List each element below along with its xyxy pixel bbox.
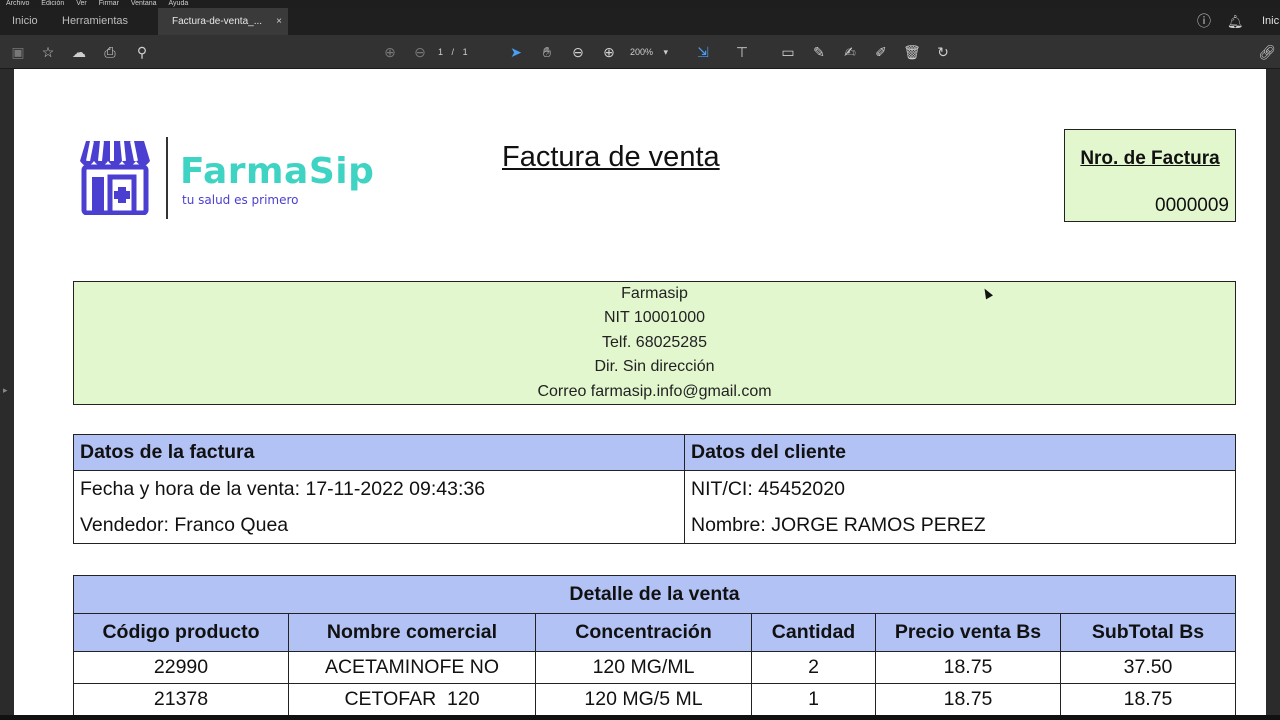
company-name: Farmasip xyxy=(621,285,688,302)
info-table: Datos de la factura Datos del cliente Fe… xyxy=(73,434,1236,544)
sign-icon[interactable]: ✍︎ xyxy=(841,43,859,61)
page-total: 1 xyxy=(462,47,468,57)
logo-divider xyxy=(166,137,168,219)
company-email: Correo farmasip.info@gmail.com xyxy=(537,382,772,400)
zoom-search-icon[interactable]: ⚲ xyxy=(133,43,151,61)
zoom-select[interactable]: 200% ▾ xyxy=(630,43,678,61)
table-cell: 22990 xyxy=(73,651,289,684)
menu-ayuda[interactable]: Ayuda xyxy=(169,0,189,7)
client-data-header: Datos del cliente xyxy=(684,434,1236,471)
rotate-icon[interactable]: ↻ xyxy=(934,43,952,61)
page-current[interactable]: 1 xyxy=(438,47,443,57)
bell-icon[interactable]: 🔔︎ xyxy=(1227,8,1244,35)
menu-firmar[interactable]: Firmar xyxy=(99,0,119,7)
scrollbar[interactable] xyxy=(1266,69,1280,715)
page-separator: / xyxy=(451,47,455,57)
comment-icon[interactable]: ▭ xyxy=(779,43,797,61)
toolbar: ▣ ☆ ☁ ⎙ ⚲ ⊕ ⊖ 1 / 1 ➤ ✋︎ ⊖ ⊕ 200% ▾ ⇲ ⊤ … xyxy=(0,35,1280,69)
seller: Vendedor: Franco Quea xyxy=(80,514,289,536)
brand-logo: FarmaSip tu salud es primero xyxy=(78,137,378,219)
detail-title: Detalle de la venta xyxy=(73,575,1236,614)
table-row: 21378 CETOFAR 120 120 MG/5 ML 1 18.75 18… xyxy=(73,683,1236,715)
chevron-right-icon: ▸ xyxy=(3,385,8,395)
menu-ver[interactable]: Ver xyxy=(76,0,87,7)
print-icon[interactable]: ⎙ xyxy=(101,43,119,61)
table-cell: 18.75 xyxy=(875,683,1061,715)
zoom-out-icon[interactable]: ⊖ xyxy=(569,43,587,61)
fit-icon[interactable]: ⇲ xyxy=(694,43,712,61)
column-header: Código producto xyxy=(73,613,289,652)
taskbar xyxy=(0,715,1280,720)
menu-edicion[interactable]: Edición xyxy=(41,0,64,7)
company-info: Farmasip NIT 10001000 Telf. 68025285 Dir… xyxy=(73,281,1236,405)
table-cell: 2 xyxy=(751,651,876,684)
pen-icon[interactable]: ✎ xyxy=(810,43,828,61)
menu-bar: Archivo Edición Ver Firmar Ventana Ayuda xyxy=(0,0,1280,8)
table-cell: CETOFAR 120 xyxy=(288,683,536,715)
sale-datetime: Fecha y hora de la venta: 17-11-2022 09:… xyxy=(80,478,486,500)
chevron-down-icon: ▾ xyxy=(663,47,669,57)
upload-icon[interactable]: ☁ xyxy=(70,43,88,61)
tab-bar: Inicio Herramientas Factura-de-venta_...… xyxy=(0,8,1280,35)
company-nit: NIT 10001000 xyxy=(603,309,706,327)
menu-ventana[interactable]: Ventana xyxy=(131,0,157,7)
invoice-number-box: Nro. de Factura 0000009 xyxy=(1064,129,1236,222)
select-arrow-icon[interactable]: ➤ xyxy=(507,43,525,61)
invoice-data-header: Datos de la factura xyxy=(73,434,685,471)
zoom-in-icon[interactable]: ⊕ xyxy=(600,43,618,61)
zoom-value: 200% xyxy=(630,47,654,57)
brand-name: FarmaSip xyxy=(180,151,375,192)
save-icon[interactable]: ▣ xyxy=(9,43,27,61)
edit-icon[interactable]: ✐ xyxy=(872,43,890,61)
table-cell: ACETAMINOFE NO xyxy=(288,651,536,684)
column-header: SubTotal Bs xyxy=(1060,613,1236,652)
page-down-icon[interactable]: ⊖ xyxy=(411,43,429,61)
table-cell: 1 xyxy=(751,683,876,715)
stamp-icon[interactable]: ⊤ xyxy=(733,43,751,61)
client-data-cell: NIT/CI: 45452020 Nombre: JORGE RAMOS PER… xyxy=(684,470,1236,544)
table-row: 22990 ACETAMINOFE NO 120 MG/ML 2 18.75 3… xyxy=(73,651,1236,684)
brand-slogan: tu salud es primero xyxy=(182,193,299,207)
column-header: Precio venta Bs xyxy=(875,613,1061,652)
invoice-label: Nro. de Factura xyxy=(1080,148,1220,169)
column-header: Concentración xyxy=(535,613,752,652)
client-name: Nombre: JORGE RAMOS PEREZ xyxy=(691,514,986,536)
help-icon[interactable]: ⓘ xyxy=(1197,8,1211,35)
column-header: Cantidad xyxy=(751,613,876,652)
sign-in-link[interactable]: Inic xyxy=(1262,8,1279,35)
table-cell: 120 MG/5 ML xyxy=(535,683,752,715)
menu-archivo[interactable]: Archivo xyxy=(6,0,29,7)
column-header: Nombre comercial xyxy=(288,613,536,652)
close-icon[interactable]: × xyxy=(276,8,282,35)
table-cell: 18.75 xyxy=(875,651,1061,684)
tab-inicio[interactable]: Inicio xyxy=(12,8,38,35)
table-cell: 37.50 xyxy=(1060,651,1236,684)
page-up-icon[interactable]: ⊕ xyxy=(381,43,399,61)
pdf-page: FarmaSip tu salud es primero Factura de … xyxy=(14,69,1266,715)
invoice-data-cell: Fecha y hora de la venta: 17-11-2022 09:… xyxy=(73,470,685,544)
link-icon[interactable]: 🔗︎ xyxy=(1258,43,1276,61)
company-phone: Telf. 68025285 xyxy=(602,333,707,351)
client-nit: NIT/CI: 45452020 xyxy=(691,478,845,500)
left-panel-toggle[interactable]: ▸ xyxy=(0,69,14,715)
tab-document-label: Factura-de-venta_... xyxy=(172,16,263,27)
star-icon[interactable]: ☆ xyxy=(39,43,57,61)
table-cell: 18.75 xyxy=(1060,683,1236,715)
page-title: Factura de venta xyxy=(502,141,720,173)
page-indicator[interactable]: 1 / 1 xyxy=(438,43,488,61)
hand-icon[interactable]: ✋︎ xyxy=(538,43,556,61)
invoice-number: 0000009 xyxy=(1155,195,1229,216)
store-icon xyxy=(80,140,150,216)
company-address: Dir. Sin dirección xyxy=(594,358,715,376)
tab-document[interactable]: Factura-de-venta_... × xyxy=(158,8,288,35)
tab-herramientas[interactable]: Herramientas xyxy=(62,8,128,35)
table-cell: 21378 xyxy=(73,683,289,715)
detail-table: Detalle de la venta Código producto Nomb… xyxy=(73,575,1236,715)
table-cell: 120 MG/ML xyxy=(535,651,752,684)
trash-icon[interactable]: 🗑︎ xyxy=(903,43,921,61)
